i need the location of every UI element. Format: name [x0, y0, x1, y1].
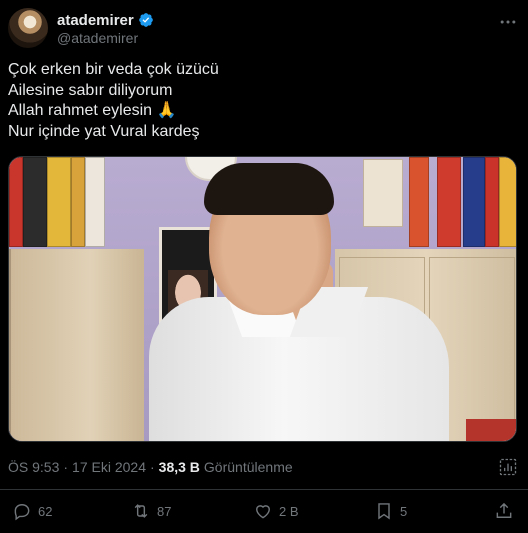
share-icon — [496, 502, 512, 518]
scene-cabinet-left — [9, 249, 144, 441]
tweet-line: Çok erken bir veda çok üzücü — [8, 61, 219, 78]
tweet-header: atademirer @atademirer — [8, 8, 520, 48]
bookmark-button[interactable]: 5 — [374, 498, 407, 524]
more-icon — [500, 20, 516, 24]
tweet-line: Ailesine sabır diliyorum — [8, 81, 173, 99]
like-count: 2 B — [279, 503, 299, 519]
tweet-text: Çok erken bir veda çok üzücü Ailesine sa… — [8, 60, 520, 142]
scene-binder — [499, 157, 516, 247]
bookmark-icon — [378, 503, 390, 520]
retweet-count: 87 — [157, 503, 172, 519]
like-button[interactable]: 2 B — [253, 498, 299, 524]
analytics-icon[interactable] — [498, 457, 518, 477]
avatar[interactable] — [8, 8, 48, 48]
like-icon — [256, 505, 270, 519]
scene-binder — [485, 157, 499, 247]
meta-separator: · — [63, 459, 69, 475]
views-label: Görüntülenme — [203, 459, 293, 475]
tweet-time[interactable]: ÖS 9:53 — [8, 459, 59, 475]
verified-badge-icon — [138, 13, 153, 27]
bookmark-count: 5 — [400, 503, 408, 519]
divider — [0, 489, 528, 490]
scene-binder — [85, 157, 105, 247]
action-bar: 62 87 2 B 5 — [0, 498, 528, 524]
reply-button[interactable]: 62 — [12, 498, 52, 524]
scene-binder — [71, 157, 85, 247]
retweet-button[interactable]: 87 — [131, 498, 171, 524]
scene-binder — [23, 157, 47, 247]
author-display-name[interactable]: atademirer — [57, 12, 134, 29]
meta-separator: · — [150, 459, 155, 475]
scene-red-box — [466, 419, 516, 441]
author-name-row[interactable]: atademirer — [57, 11, 154, 29]
tweet-line: Allah rahmet eylesin 🙏 — [8, 102, 177, 119]
reply-icon — [14, 504, 30, 521]
tweet-line: Nur içinde yat Vural kardeş — [8, 122, 200, 140]
scene-person — [149, 163, 469, 441]
author-handle[interactable]: @atademirer — [57, 30, 138, 46]
tweet-meta: ÖS 9:53 · 17 Eki 2024 · 38,3 B Görüntüle… — [8, 457, 293, 477]
retweet-icon — [134, 504, 148, 518]
reply-count: 62 — [38, 503, 53, 519]
tweet-date[interactable]: 17 Eki 2024 — [72, 459, 146, 475]
more-button[interactable] — [496, 12, 520, 32]
scene-binder — [9, 157, 23, 247]
views-count: 38,3 B — [158, 459, 200, 475]
share-button[interactable] — [494, 498, 514, 524]
tweet-media-image[interactable] — [8, 156, 517, 442]
scene-binder — [47, 157, 71, 247]
